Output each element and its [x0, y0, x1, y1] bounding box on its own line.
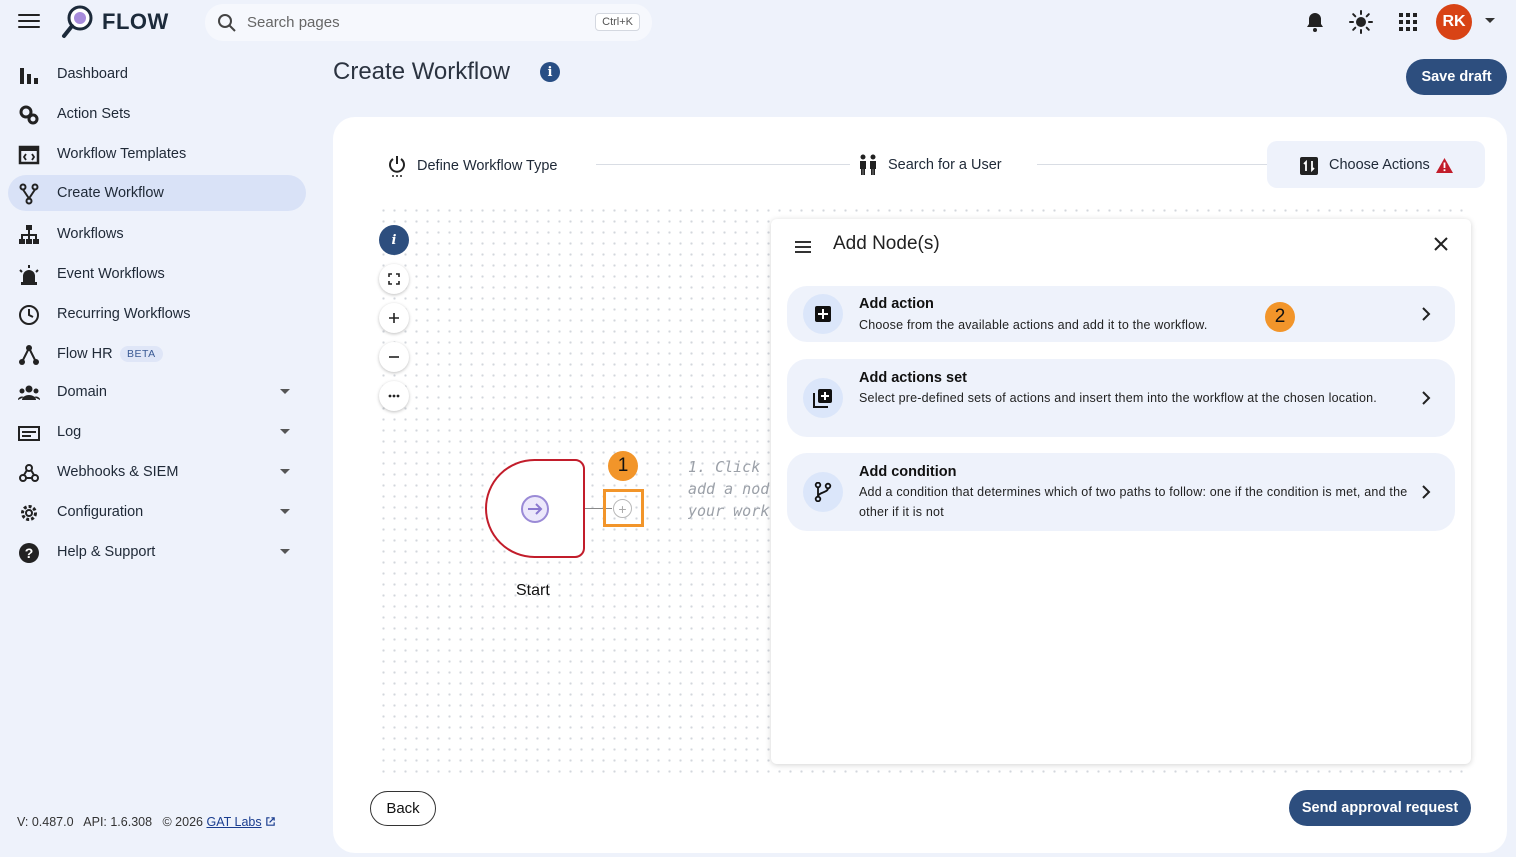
sidebar-item-webhooks-siem[interactable]: Webhooks & SIEM — [8, 454, 306, 490]
chevron-down-icon — [280, 389, 290, 394]
zoom-in-button[interactable] — [379, 303, 409, 333]
library-add-icon — [803, 378, 843, 418]
chevron-down-icon — [280, 429, 290, 434]
sidebar-item-workflow-templates[interactable]: Workflow Templates — [8, 136, 306, 172]
step-marker-1: 1 — [608, 451, 638, 481]
search-input[interactable] — [247, 14, 567, 31]
add-node-plus-icon[interactable]: + — [613, 499, 632, 518]
info-icon[interactable]: i — [540, 62, 560, 82]
company-link[interactable]: GAT Labs — [206, 815, 261, 829]
send-approval-request-button[interactable]: Send approval request — [1289, 790, 1471, 826]
canvas-info-button[interactable]: i — [379, 225, 409, 255]
fullscreen-icon — [388, 273, 400, 285]
webhook-icon — [19, 464, 39, 482]
beta-badge: BETA — [120, 346, 163, 362]
stepper-connector — [596, 164, 850, 165]
step-marker-2: 2 — [1265, 302, 1295, 332]
search-icon — [218, 13, 236, 32]
bar-chart-icon — [20, 68, 38, 84]
fit-view-button[interactable] — [379, 264, 409, 294]
chevron-down-icon — [280, 469, 290, 474]
chevron-right-icon — [1422, 391, 1431, 405]
sidebar-item-recurring-workflows[interactable]: Recurring Workflows — [8, 296, 306, 332]
user-avatar[interactable]: RK — [1436, 4, 1472, 40]
add-actions-set-option[interactable]: Add actions set Select pre-defined sets … — [787, 359, 1455, 437]
arrow-right-icon — [521, 495, 549, 523]
power-icon — [389, 156, 405, 177]
plus-icon — [389, 313, 399, 323]
step-choose-actions[interactable]: Choose Actions — [1299, 154, 1453, 176]
chevron-right-icon — [1422, 485, 1431, 499]
stepper-connector — [1037, 164, 1267, 165]
sidebar-item-domain[interactable]: Domain — [8, 374, 306, 410]
warning-icon — [1435, 157, 1453, 173]
chevron-right-icon — [1422, 307, 1431, 321]
panel-menu-icon[interactable] — [795, 238, 811, 256]
account-menu-caret-icon[interactable] — [1484, 14, 1496, 26]
page-title: Create Workflow — [333, 58, 510, 85]
apps-grid-icon[interactable] — [1396, 10, 1420, 34]
hamburger-menu-icon[interactable] — [16, 10, 42, 34]
panel-title: Add Node(s) — [833, 233, 940, 254]
bell-icon[interactable] — [1303, 10, 1327, 34]
sidebar-item-action-sets[interactable]: Action Sets — [8, 96, 306, 132]
app-name: FLOW — [102, 9, 169, 34]
sidebar-item-event-workflows[interactable]: Event Workflows — [8, 256, 306, 292]
start-node-label: Start — [516, 582, 550, 599]
canvas-hint: 1. Click add a node your workf — [688, 458, 770, 520]
alarm-light-icon — [19, 265, 39, 285]
save-draft-button[interactable]: Save draft — [1406, 59, 1507, 95]
help-icon: ? — [19, 543, 39, 563]
top-bar: FLOW Ctrl+K RK — [0, 0, 1516, 44]
step-define-workflow-type[interactable]: Define Workflow Type — [387, 154, 558, 178]
clock-icon — [19, 305, 39, 325]
back-button[interactable]: Back — [370, 791, 436, 826]
template-icon — [18, 145, 40, 165]
search-shortcut: Ctrl+K — [595, 13, 640, 31]
log-icon — [18, 426, 40, 441]
version-footer: V: 0.487.0 API: 1.6.308 © 2026 GAT Labs — [17, 815, 276, 829]
cogs-icon — [19, 105, 39, 125]
more-options-button[interactable] — [379, 381, 409, 411]
zoom-out-button[interactable] — [379, 342, 409, 372]
sidebar-item-log[interactable]: Log — [8, 414, 306, 450]
sidebar-item-dashboard[interactable]: Dashboard — [8, 56, 306, 92]
search-bar[interactable]: Ctrl+K — [205, 4, 652, 41]
sidebar-item-workflows[interactable]: Workflows — [8, 216, 306, 252]
users-icon — [18, 385, 40, 400]
fork-icon — [19, 183, 39, 205]
sidebar-item-configuration[interactable]: Configuration — [8, 494, 306, 530]
add-condition-option[interactable]: Add condition Add a condition that deter… — [787, 453, 1455, 531]
close-icon[interactable] — [1431, 234, 1451, 254]
branch-icon — [803, 472, 843, 512]
theme-toggle-sun-icon[interactable] — [1349, 10, 1373, 34]
minus-icon — [389, 356, 399, 358]
app-logo[interactable]: FLOW — [60, 4, 169, 40]
step-search-for-user[interactable]: Search for a User — [858, 154, 1002, 176]
add-box-icon — [803, 294, 843, 334]
sidebar-item-help-support[interactable]: ? Help & Support — [8, 534, 306, 570]
sidebar-item-create-workflow[interactable]: Create Workflow — [8, 175, 306, 211]
actions-icon — [1300, 157, 1318, 175]
hr-tree-icon — [19, 345, 39, 365]
flow-logo-icon — [62, 5, 93, 38]
sidebar-item-flow-hr[interactable]: Flow HR BETA — [8, 336, 306, 372]
svg-text:?: ? — [25, 545, 34, 561]
chevron-down-icon — [280, 509, 290, 514]
add-action-option[interactable]: Add action Choose from the available act… — [787, 286, 1455, 342]
more-horizontal-icon — [388, 394, 400, 398]
people-icon — [860, 154, 876, 175]
sitemap-icon — [19, 225, 39, 244]
gear-icon — [21, 505, 37, 521]
chevron-down-icon — [280, 549, 290, 554]
external-link-icon[interactable] — [265, 816, 276, 827]
